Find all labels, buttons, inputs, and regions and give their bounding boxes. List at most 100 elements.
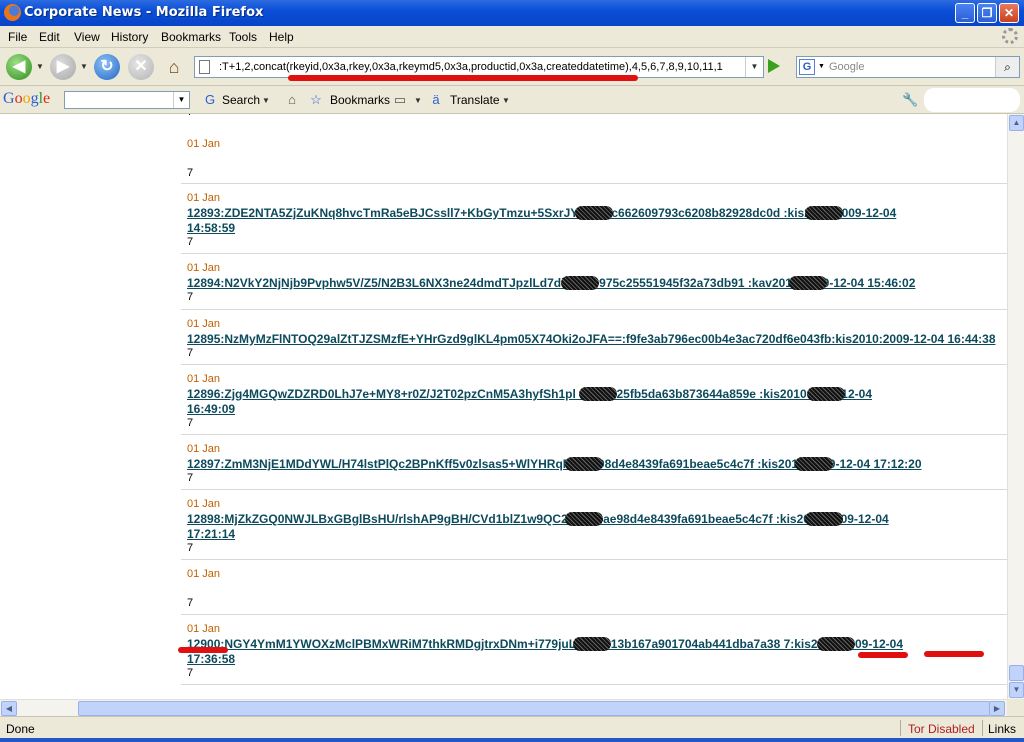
go-arrow-icon[interactable]	[768, 59, 780, 73]
highlight-marker	[178, 647, 228, 653]
forward-button[interactable]: ▶	[50, 54, 76, 80]
menu-bookmarks[interactable]: Bookmarks	[161, 30, 221, 44]
redaction-blot	[807, 387, 845, 401]
list-item: 01 Jan 12895:NzMyMzFlNTOQ29alZtTJZSMzfE+…	[181, 310, 1007, 365]
stop-button[interactable]: ✕	[128, 54, 154, 80]
scroll-left-icon[interactable]: ◀	[1, 701, 17, 716]
wrench-icon[interactable]: 🔧	[902, 92, 918, 108]
list-item: 01 Jan 7	[181, 128, 1007, 184]
redaction-blot	[805, 512, 843, 526]
search-box[interactable]: G ▼ Google ⌕	[796, 56, 1020, 78]
google-search-dropdown-icon[interactable]: ▼	[173, 92, 189, 108]
window-title: Corporate News - Mozilla Firefox	[24, 5, 264, 20]
tor-status-button[interactable]: Tor Disabled	[908, 722, 975, 736]
google-toolbar: Google ▼ G Search ▼ ⌂ ☆ Bookmarks ▭ ▼ ä …	[0, 86, 1024, 114]
google-search-button[interactable]: Search	[222, 93, 260, 107]
entry-value: 7	[187, 291, 194, 303]
horizontal-scroll-thumb[interactable]	[78, 701, 990, 716]
maximize-button[interactable]: ❐	[977, 3, 997, 23]
redaction-blot	[795, 457, 833, 471]
page-icon	[199, 60, 210, 74]
list-item: 01 Jan 12896:Zjg4MGQwZDZRD0LhJ7e+MY8+r0Z…	[181, 365, 1007, 435]
menu-tools[interactable]: Tools	[229, 30, 257, 44]
list-item: 01 Jan 12893:ZDE2NTA5ZjZuKNq8hvcTmRa5eBJ…	[181, 184, 1007, 254]
forward-history-dropdown-icon[interactable]: ▼	[80, 62, 88, 71]
google-logo: Google	[3, 90, 51, 107]
pagerank-icon[interactable]: ⌂	[284, 92, 300, 108]
entry-value: 7	[187, 417, 194, 429]
left-blank-column	[0, 114, 181, 699]
entry-value: 7	[187, 114, 193, 118]
redaction-blot	[575, 206, 613, 220]
scroll-down-icon[interactable]: ▼	[1009, 682, 1024, 698]
reload-button[interactable]: ↻	[94, 54, 120, 80]
highlight-marker	[858, 652, 908, 658]
highlight-dropdown-icon[interactable]: ▼	[414, 96, 422, 105]
close-button[interactable]: ✕	[999, 3, 1019, 23]
url-highlight-marker	[288, 75, 638, 81]
highlight-marker	[924, 651, 984, 657]
entry-value: 7	[187, 347, 194, 359]
list-item: 7	[181, 114, 1007, 128]
vertical-scrollbar[interactable]: ▲ ▼	[1007, 114, 1024, 699]
url-text[interactable]: :T+1,2,concat(rkeyid,0x3a,rkey,0x3a,rkey…	[219, 61, 739, 73]
search-placeholder[interactable]: Google	[829, 61, 864, 73]
list-item: 01 Jan 12897:ZmM3NjE1MDdYWL/H74lstPlQc2B…	[181, 435, 1007, 490]
menu-help[interactable]: Help	[269, 30, 294, 44]
list-item: 01 Jan 12894:N2VkY2NjNjb9Pvphw5V/Z5/N2B3…	[181, 254, 1007, 310]
redaction-blot	[561, 276, 599, 290]
redaction-blot	[579, 387, 617, 401]
menu-history[interactable]: History	[111, 30, 148, 44]
entry-date: 01 Jan	[187, 138, 221, 150]
url-history-dropdown-icon[interactable]: ▼	[745, 57, 763, 77]
google-search-icon[interactable]: G	[202, 92, 218, 108]
scrollbar-corner	[1007, 699, 1024, 716]
translate-icon[interactable]: ä	[428, 92, 444, 108]
redaction-blot	[805, 206, 843, 220]
window-titlebar[interactable]: Corporate News - Mozilla Firefox _ ❐ ✕	[0, 0, 1024, 26]
entry-link[interactable]: 12895:NzMyMzFlNTOQ29alZtTJZSMzfE+YHrGzd9…	[187, 332, 999, 347]
scroll-right-icon[interactable]: ▶	[989, 701, 1005, 716]
search-options-dropdown-icon[interactable]: ▼	[262, 96, 270, 105]
activity-throbber-icon	[1002, 28, 1018, 44]
horizontal-scrollbar[interactable]: ◀ ▶	[0, 699, 1007, 716]
links-button[interactable]: Links	[988, 722, 1016, 736]
google-bookmarks-button[interactable]: Bookmarks	[330, 93, 390, 107]
search-magnifier-icon[interactable]: ⌕	[995, 57, 1019, 77]
highlight-box-icon[interactable]: ▭	[392, 92, 408, 108]
status-text: Done	[6, 722, 35, 736]
entry-value: 7	[187, 167, 194, 179]
entry-date: 01 Jan	[187, 262, 221, 274]
entry-value: 7	[187, 667, 194, 679]
back-history-dropdown-icon[interactable]: ▼	[36, 62, 44, 71]
status-bar: Done Tor Disabled Links	[0, 716, 1024, 738]
entry-date: 01 Jan	[187, 318, 221, 330]
scroll-up-icon[interactable]: ▲	[1009, 115, 1024, 131]
search-engine-dropdown-icon[interactable]: ▼	[818, 63, 825, 70]
bookmarks-star-icon[interactable]: ☆	[308, 92, 324, 108]
vertical-scroll-thumb[interactable]	[1009, 665, 1024, 681]
search-engine-icon[interactable]: G	[799, 59, 815, 75]
entry-date: 01 Jan	[187, 443, 221, 455]
back-button[interactable]: ◀	[6, 54, 32, 80]
google-search-input[interactable]: ▼	[64, 91, 190, 109]
entry-date: 01 Jan	[187, 192, 221, 204]
page-content: 7 01 Jan 7 01 Jan 12893:ZDE2NTA5ZjZuKNq8…	[0, 114, 1007, 699]
redaction-blot	[573, 637, 611, 651]
minimize-button[interactable]: _	[955, 3, 975, 23]
list-item: 01 Jan 12900:NGY4YmM1YWOXzMclPBMxWRiM7th…	[181, 615, 1007, 685]
translate-button[interactable]: Translate	[450, 93, 500, 107]
menu-bar: File Edit View History Bookmarks Tools H…	[0, 26, 1024, 48]
entry-date: 01 Jan	[187, 373, 221, 385]
firefox-icon	[4, 4, 21, 21]
redaction-blot	[789, 276, 827, 290]
list-item: 01 Jan 12898:MjZkZGQ0NWJLBxGBglBsHU/rlsh…	[181, 490, 1007, 560]
entry-value: 7	[187, 236, 194, 248]
taskbar-edge	[0, 738, 1024, 742]
menu-file[interactable]: File	[8, 30, 27, 44]
menu-view[interactable]: View	[74, 30, 100, 44]
redacted-area	[924, 88, 1020, 112]
translate-dropdown-icon[interactable]: ▼	[502, 96, 510, 105]
menu-edit[interactable]: Edit	[39, 30, 60, 44]
home-button[interactable]: ⌂	[163, 56, 185, 78]
